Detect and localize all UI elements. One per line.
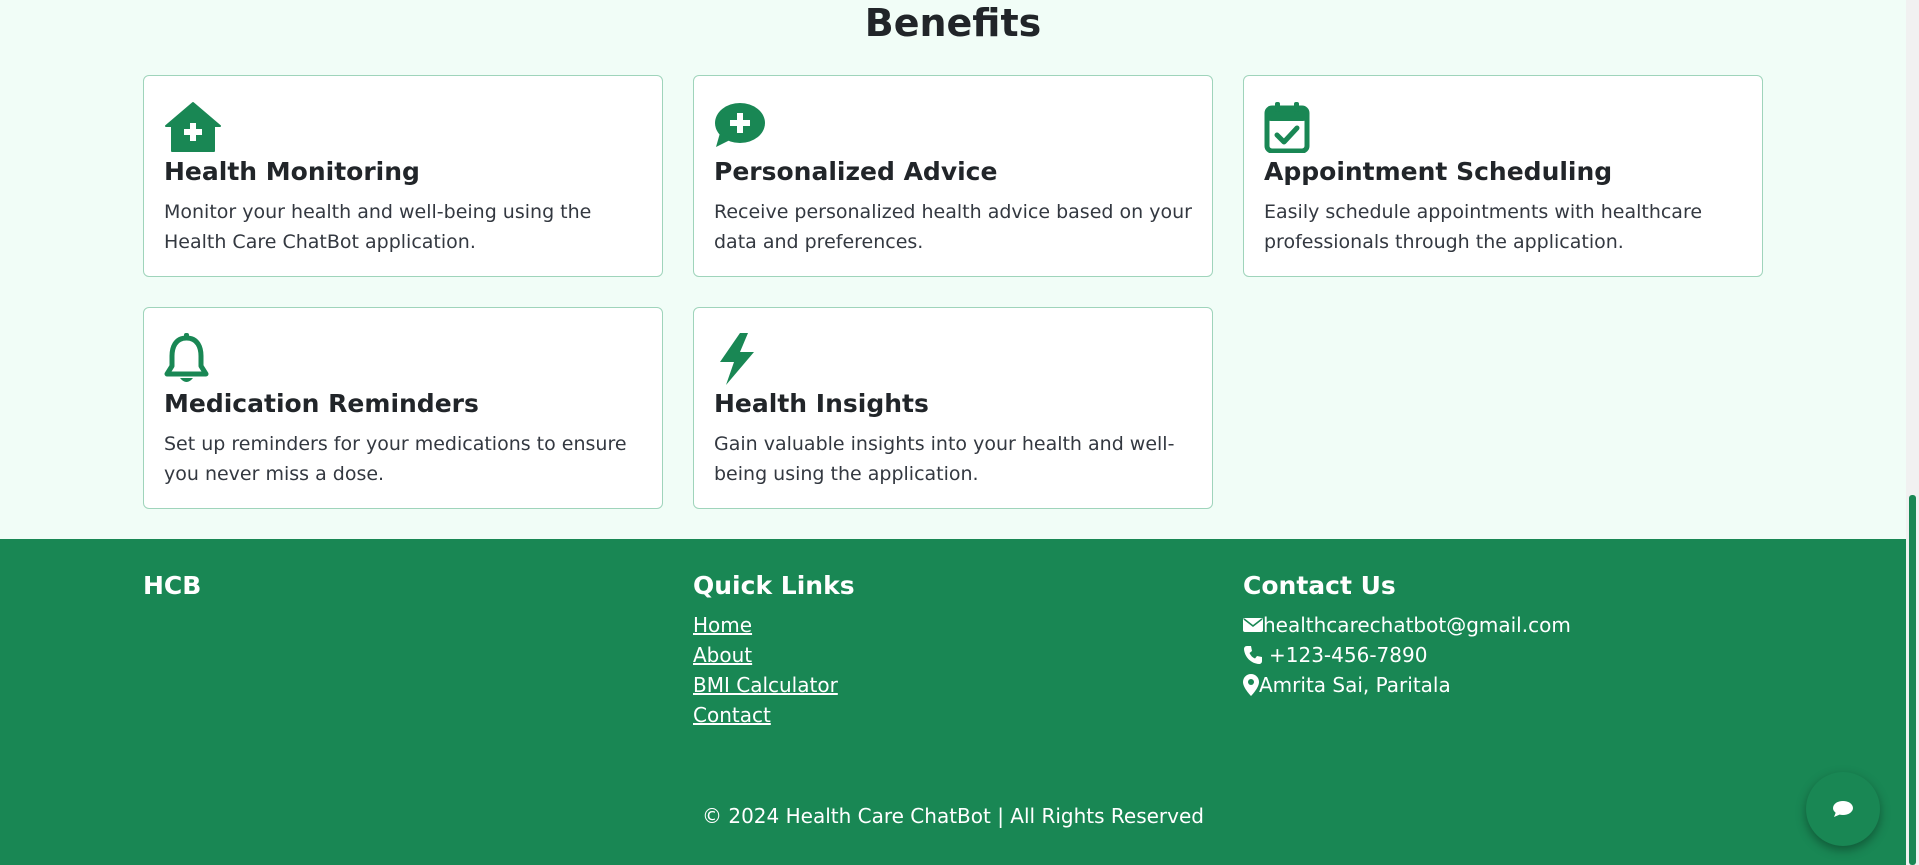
card-title: Health Monitoring <box>164 157 420 186</box>
benefit-card-personalized-advice: Personalized Advice Receive personalized… <box>693 75 1213 277</box>
quick-link-item: About <box>693 640 855 670</box>
card-text: Gain valuable insights into your health … <box>714 433 1175 485</box>
page-scrollbar[interactable] <box>1906 0 1919 865</box>
site-footer: HCB Quick Links Home About BMI Calculato… <box>0 539 1906 865</box>
footer-brand: HCB <box>143 571 202 600</box>
quick-link-item: Home <box>693 610 855 640</box>
card-title: Personalized Advice <box>714 157 998 186</box>
comment-medical-icon <box>714 101 772 153</box>
quick-link-item: Contact <box>693 700 855 730</box>
contact-list: healthcarechatbot@gmail.com +123-456-789… <box>1243 610 1571 700</box>
card-text: Monitor your health and well-being using… <box>164 201 592 253</box>
chat-icon <box>1833 801 1853 817</box>
card-title: Health Insights <box>714 389 929 418</box>
copyright-text: © 2024 Health Care ChatBot | All Rights … <box>702 804 1204 828</box>
benefit-card-appointment-scheduling: Appointment Scheduling Easily schedule a… <box>1243 75 1763 277</box>
quick-links-list: Home About BMI Calculator Contact <box>693 610 855 730</box>
card-title: Appointment Scheduling <box>1264 157 1613 186</box>
contact-address: Amrita Sai, Paritala <box>1259 673 1451 697</box>
benefit-card-health-monitoring: Health Monitoring Monitor your health an… <box>143 75 663 277</box>
chat-button[interactable] <box>1806 772 1880 846</box>
footer-quick-links: Quick Links Home About BMI Calculator Co… <box>693 570 855 730</box>
page: Benefits Health Monitoring Monitor your … <box>0 0 1906 865</box>
section-title: Benefits <box>864 1 1042 45</box>
card-text: Set up reminders for your medications to… <box>164 433 627 485</box>
contact-phone: +123-456-7890 <box>1269 643 1428 667</box>
contact-address-row: Amrita Sai, Paritala <box>1243 670 1571 700</box>
card-title: Medication Reminders <box>164 389 479 418</box>
benefits-section: Benefits Health Monitoring Monitor your … <box>0 0 1906 539</box>
scrollbar-thumb[interactable] <box>1909 495 1916 865</box>
card-text: Receive personalized health advice based… <box>714 201 1192 253</box>
footer-link-about[interactable]: About <box>693 643 752 667</box>
contact-phone-row: +123-456-7890 <box>1243 640 1571 670</box>
footer-link-home[interactable]: Home <box>693 613 752 637</box>
contact-title: Contact Us <box>1243 571 1396 600</box>
benefit-card-health-insights: Health Insights Gain valuable insights i… <box>693 307 1213 509</box>
house-medical-icon <box>164 101 222 153</box>
card-text: Easily schedule appointments with health… <box>1264 201 1703 253</box>
contact-email: healthcarechatbot@gmail.com <box>1263 613 1571 637</box>
footer-link-contact[interactable]: Contact <box>693 703 771 727</box>
bell-icon <box>164 333 222 385</box>
envelope-icon <box>1243 618 1263 632</box>
phone-icon <box>1244 646 1262 664</box>
location-pin-icon <box>1243 674 1259 696</box>
footer-brand-column: HCB <box>143 570 201 602</box>
contact-email-row: healthcarechatbot@gmail.com <box>1243 610 1571 640</box>
calendar-check-icon <box>1264 101 1322 153</box>
benefit-card-medication-reminders: Medication Reminders Set up reminders fo… <box>143 307 663 509</box>
quick-links-title: Quick Links <box>693 571 855 600</box>
footer-link-bmi-calculator[interactable]: BMI Calculator <box>693 673 838 697</box>
bolt-icon <box>714 333 772 385</box>
quick-link-item: BMI Calculator <box>693 670 855 700</box>
footer-contact: Contact Us healthcarechatbot@gmail.com +… <box>1243 570 1571 700</box>
